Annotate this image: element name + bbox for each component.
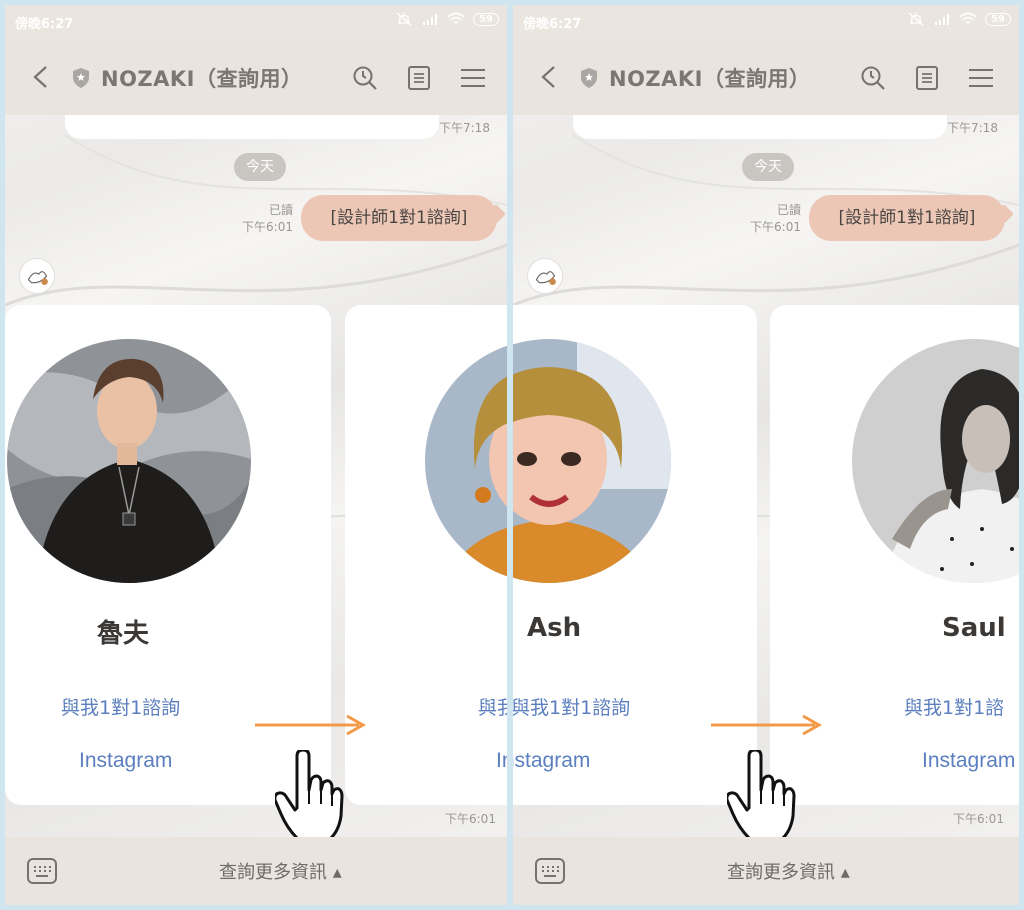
rich-menu-bar: 查詢更多資訊 ▴ <box>513 837 1019 905</box>
swipe-hand-icon <box>275 750 344 850</box>
consult-link[interactable]: 與我1對1諮詢 <box>513 693 630 720</box>
my-message-text: [設計師1對1諮詢] <box>330 208 468 228</box>
instagram-link[interactable]: Instagram <box>79 749 172 773</box>
designer-photo <box>852 339 1019 583</box>
sent-time: 下午6:01 <box>750 220 801 234</box>
battery-indicator: 59 <box>985 12 1011 26</box>
instagram-link-partial[interactable]: Instagram <box>922 749 1015 773</box>
designer-name: 魯夫 <box>97 619 150 649</box>
designer-photo-image <box>852 339 1019 583</box>
rich-menu-toggle[interactable]: 查詢更多資訊 ▴ <box>219 858 342 884</box>
swipe-hand-icon <box>727 750 796 850</box>
keyboard-icon[interactable] <box>27 857 57 885</box>
status-bar: 傍晚6:27 59 <box>513 5 1019 39</box>
date-chip: 今天 <box>742 153 794 181</box>
read-receipt: 已讀 下午6:01 <box>235 202 293 236</box>
consult-link[interactable]: 與我1對1諮詢 <box>61 693 180 720</box>
verified-shield-icon <box>73 68 89 88</box>
back-arrow-icon[interactable] <box>539 65 559 89</box>
my-message-text: [設計師1對1諮詢] <box>838 208 976 228</box>
designer-photo <box>425 339 507 583</box>
notes-icon[interactable] <box>913 64 941 92</box>
rich-menu-toggle[interactable]: 查詢更多資訊 ▴ <box>727 858 850 884</box>
keyboard-icon[interactable] <box>535 857 565 885</box>
phone-screen-after: 傍晚6:27 59 NOZAKI（查詢用） 下午7:18 今天 已讀 下午6:0… <box>513 5 1019 905</box>
rich-menu-bar: 查詢更多資訊 ▴ <box>5 837 507 905</box>
search-history-icon[interactable] <box>351 64 379 92</box>
battery-indicator: 59 <box>473 12 499 26</box>
previous-message-time: 下午7:18 <box>947 121 998 135</box>
previous-message-bubble <box>65 115 439 139</box>
chat-header: NOZAKI（查詢用） <box>5 39 507 115</box>
status-time: 傍晚6:27 <box>15 17 74 32</box>
sent-time: 下午6:01 <box>242 220 293 234</box>
search-history-icon[interactable] <box>859 64 887 92</box>
silent-icon <box>396 12 412 26</box>
designer-name: Saul <box>942 613 1006 643</box>
designer-photo-image <box>513 339 671 583</box>
status-time: 傍晚6:27 <box>523 17 582 32</box>
chat-header: NOZAKI（查詢用） <box>513 39 1019 115</box>
designer-photo <box>513 339 671 583</box>
previous-message-time: 下午7:18 <box>439 121 490 135</box>
back-arrow-icon[interactable] <box>31 65 51 89</box>
status-icons: 59 <box>395 12 499 26</box>
previous-message-bubble <box>573 115 947 139</box>
status-bar: 傍晚6:27 59 <box>5 5 507 39</box>
card-timestamp: 下午6:01 <box>445 812 496 826</box>
designer-photo-image <box>7 339 251 583</box>
read-receipt: 已讀 下午6:01 <box>743 202 801 236</box>
phone-screen-before: 傍晚6:27 59 NOZAKI（查詢用） 下午7:18 今天 已讀 下午6:0… <box>5 5 507 905</box>
menu-icon[interactable] <box>967 64 995 92</box>
designer-card-partial[interactable] <box>345 305 507 805</box>
bot-avatar[interactable] <box>527 258 563 294</box>
chat-title: NOZAKI（查詢用） <box>101 67 303 91</box>
instagram-link[interactable]: Instagram <box>513 749 590 773</box>
wifi-icon <box>959 12 977 24</box>
my-message-bubble[interactable]: [設計師1對1諮詢] <box>809 195 1014 241</box>
signal-icon <box>935 14 950 25</box>
designer-photo-image <box>425 339 507 583</box>
verified-shield-icon <box>581 68 597 88</box>
my-message-bubble[interactable]: [設計師1對1諮詢] <box>301 195 506 241</box>
notes-icon[interactable] <box>405 64 433 92</box>
designer-name: Ash <box>527 613 582 643</box>
consult-link-partial[interactable]: 與我 <box>478 693 507 720</box>
swipe-arrow-icon <box>255 714 367 736</box>
chat-title: NOZAKI（查詢用） <box>609 67 811 91</box>
bot-avatar[interactable] <box>19 258 55 294</box>
read-label: 已讀 <box>268 203 293 217</box>
signal-icon <box>423 14 438 25</box>
silent-icon <box>908 12 924 26</box>
consult-link-partial[interactable]: 與我1對1諮 <box>904 693 1004 720</box>
designer-photo <box>7 339 251 583</box>
date-chip: 今天 <box>234 153 286 181</box>
status-icons: 59 <box>907 12 1011 26</box>
bubble-tail <box>994 204 1014 224</box>
swipe-arrow-icon <box>711 714 823 736</box>
card-timestamp: 下午6:01 <box>953 812 1004 826</box>
menu-icon[interactable] <box>459 64 487 92</box>
read-label: 已讀 <box>776 203 801 217</box>
instagram-link-partial[interactable]: In <box>496 749 507 773</box>
bubble-tail <box>486 204 506 224</box>
wifi-icon <box>447 12 465 24</box>
